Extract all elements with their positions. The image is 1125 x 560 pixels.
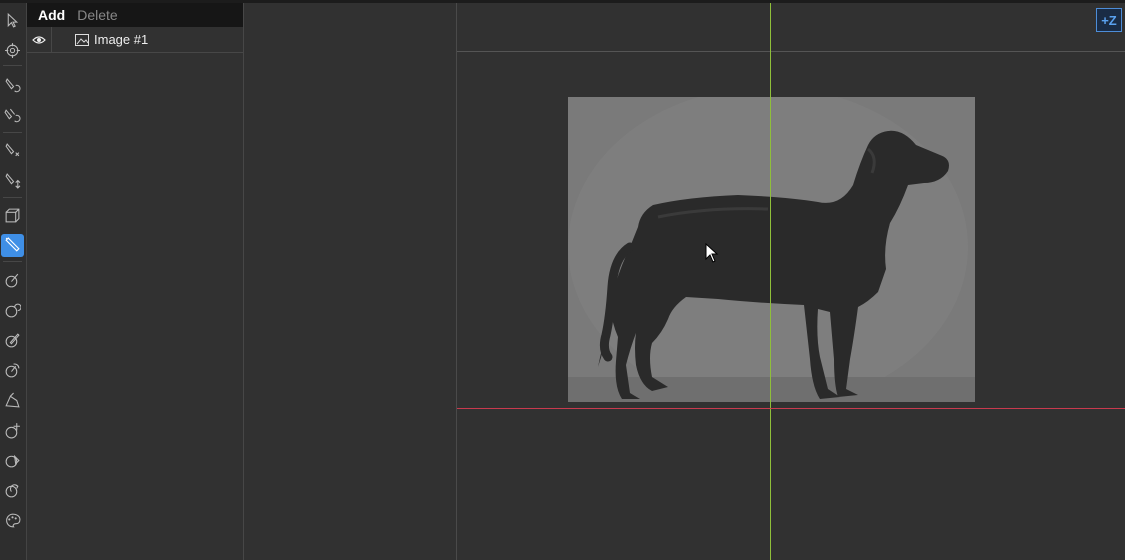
add-layer-button[interactable]: Add [38,7,65,23]
canvas-image-dog[interactable] [568,97,975,402]
toolbar-divider [3,261,22,262]
bone-rotate-icon[interactable] [1,359,24,382]
layer-row[interactable]: Image #1 [27,27,243,53]
bone-move-icon[interactable] [1,419,24,442]
zoom-button[interactable]: +Z [1096,8,1122,32]
bone-weight-icon[interactable] [1,479,24,502]
box-3d-icon[interactable] [1,204,24,227]
delete-layer-button[interactable]: Delete [77,7,117,23]
bone-select-icon[interactable] [1,449,24,472]
pin-scale-icon[interactable] [1,139,24,162]
select-arrow-icon[interactable] [1,9,24,32]
eye-icon[interactable] [27,27,52,52]
pins-rotate-icon[interactable] [1,104,24,127]
properties-panel [244,3,457,560]
bone-bend-icon[interactable] [1,389,24,412]
palette-icon[interactable] [1,509,24,532]
bone-circle-icon[interactable] [1,299,24,322]
pin-move-icon[interactable] [1,169,24,192]
canvas-viewport[interactable]: +Z [457,3,1125,560]
tool-bar [0,3,27,560]
layer-name: Image #1 [94,32,149,47]
bone-edit-icon[interactable] [1,329,24,352]
viewport-header [457,3,1125,52]
bone-add-icon[interactable] [1,269,24,292]
crosshair-icon[interactable] [1,39,24,62]
mouse-cursor-icon [705,242,719,263]
brush-tool-icon[interactable] [1,234,24,257]
layers-panel: Add Delete Image #1 [27,3,244,560]
image-icon [75,33,89,46]
toolbar-divider [3,197,22,198]
pin-rotate-icon[interactable] [1,74,24,97]
horizontal-guide-line [457,408,1125,409]
toolbar-divider [3,65,22,66]
vertical-guide-line [770,3,771,560]
layers-header: Add Delete [27,3,243,27]
toolbar-divider [3,132,22,133]
